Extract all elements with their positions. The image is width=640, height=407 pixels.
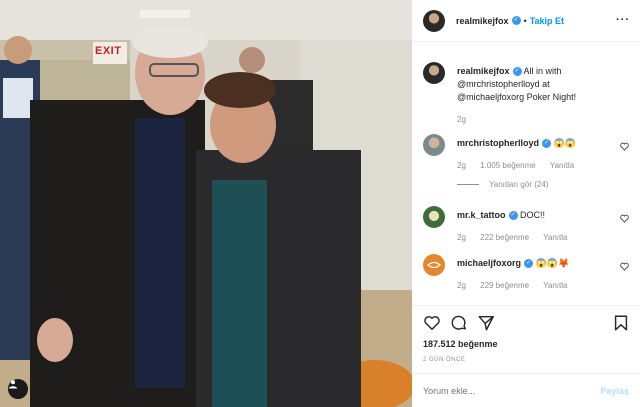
share-icon[interactable] (477, 314, 495, 332)
view-replies-label[interactable]: Yanıtları gör (24) (489, 180, 548, 189)
dot-separator: • (523, 15, 527, 26)
comment-like-icon[interactable] (620, 214, 629, 223)
comment-username[interactable]: michaeljfoxorg (457, 258, 521, 268)
post-actions: 187.512 beğenme 2 GÜN ÖNCE Paylaş (412, 305, 640, 407)
commenter-avatar[interactable] (423, 206, 445, 228)
comment-likes[interactable]: 222 beğenme (480, 233, 529, 242)
replies-divider (457, 184, 479, 185)
comment-box: Paylaş (412, 373, 640, 407)
comment-time[interactable]: 2g (457, 161, 466, 170)
comment-likes[interactable]: 1.005 beğenme (480, 161, 536, 170)
comment-text: DOC!! (520, 210, 546, 220)
like-heart-icon[interactable] (423, 314, 441, 332)
commenter-avatar[interactable] (423, 134, 445, 156)
post-timestamp[interactable]: 2 GÜN ÖNCE (423, 357, 465, 363)
commenter-avatar[interactable] (423, 254, 445, 276)
comment-bubble-icon[interactable] (450, 314, 468, 332)
verified-icon: ✓ (508, 211, 518, 221)
post-comment-button[interactable]: Paylaş (600, 386, 629, 396)
exit-sign: EXIT (95, 45, 122, 57)
comment-username[interactable]: mr.k_tattoo (457, 210, 506, 220)
caption-username[interactable]: realmikejfox (457, 66, 510, 76)
post-header: realmikejfox ✓ • Takip Et ··· (412, 0, 640, 42)
comment-like-icon[interactable] (620, 142, 629, 151)
post-photo[interactable]: EXIT (0, 0, 412, 407)
caption-avatar[interactable] (423, 62, 445, 84)
like-count[interactable]: 187.512 beğenme (423, 339, 498, 349)
view-replies[interactable]: Yanıtları gör (24) (457, 180, 548, 189)
person-tag-icon[interactable] (8, 379, 28, 399)
bookmark-icon[interactable] (612, 314, 630, 332)
caption-time[interactable]: 2g (457, 115, 466, 124)
comment-time[interactable]: 2g (457, 233, 466, 242)
reply-button[interactable]: Yanıtla (543, 281, 567, 290)
comment-like-icon[interactable] (620, 262, 629, 271)
follow-button[interactable]: Takip Et (530, 16, 564, 26)
verified-icon: ✓ (524, 259, 534, 269)
reply-button[interactable]: Yanıtla (543, 233, 567, 242)
comment-time[interactable]: 2g (457, 281, 466, 290)
verified-icon: ✓ (512, 67, 522, 77)
photo-scene (0, 0, 412, 407)
post-sidebar: realmikejfox ✓ • Takip Et ··· realmikejf… (412, 0, 640, 407)
author-username[interactable]: realmikejfox (456, 16, 509, 26)
comment-input[interactable] (423, 386, 573, 396)
verified-icon: ✓ (542, 139, 552, 149)
author-avatar[interactable] (423, 9, 445, 32)
more-options-icon[interactable]: ··· (616, 14, 630, 26)
verified-icon: ✓ (511, 16, 521, 25)
comment-username[interactable]: mrchristopherlloyd (457, 138, 539, 148)
comment-text: 😱😱 (553, 138, 576, 148)
comment-text: 😱😱🦊 (535, 258, 570, 268)
comments-list: realmikejfox ✓ All in with @mrchristopher… (412, 50, 640, 302)
reply-button[interactable]: Yanıtla (550, 161, 574, 170)
comment-likes[interactable]: 229 beğenme (480, 281, 529, 290)
